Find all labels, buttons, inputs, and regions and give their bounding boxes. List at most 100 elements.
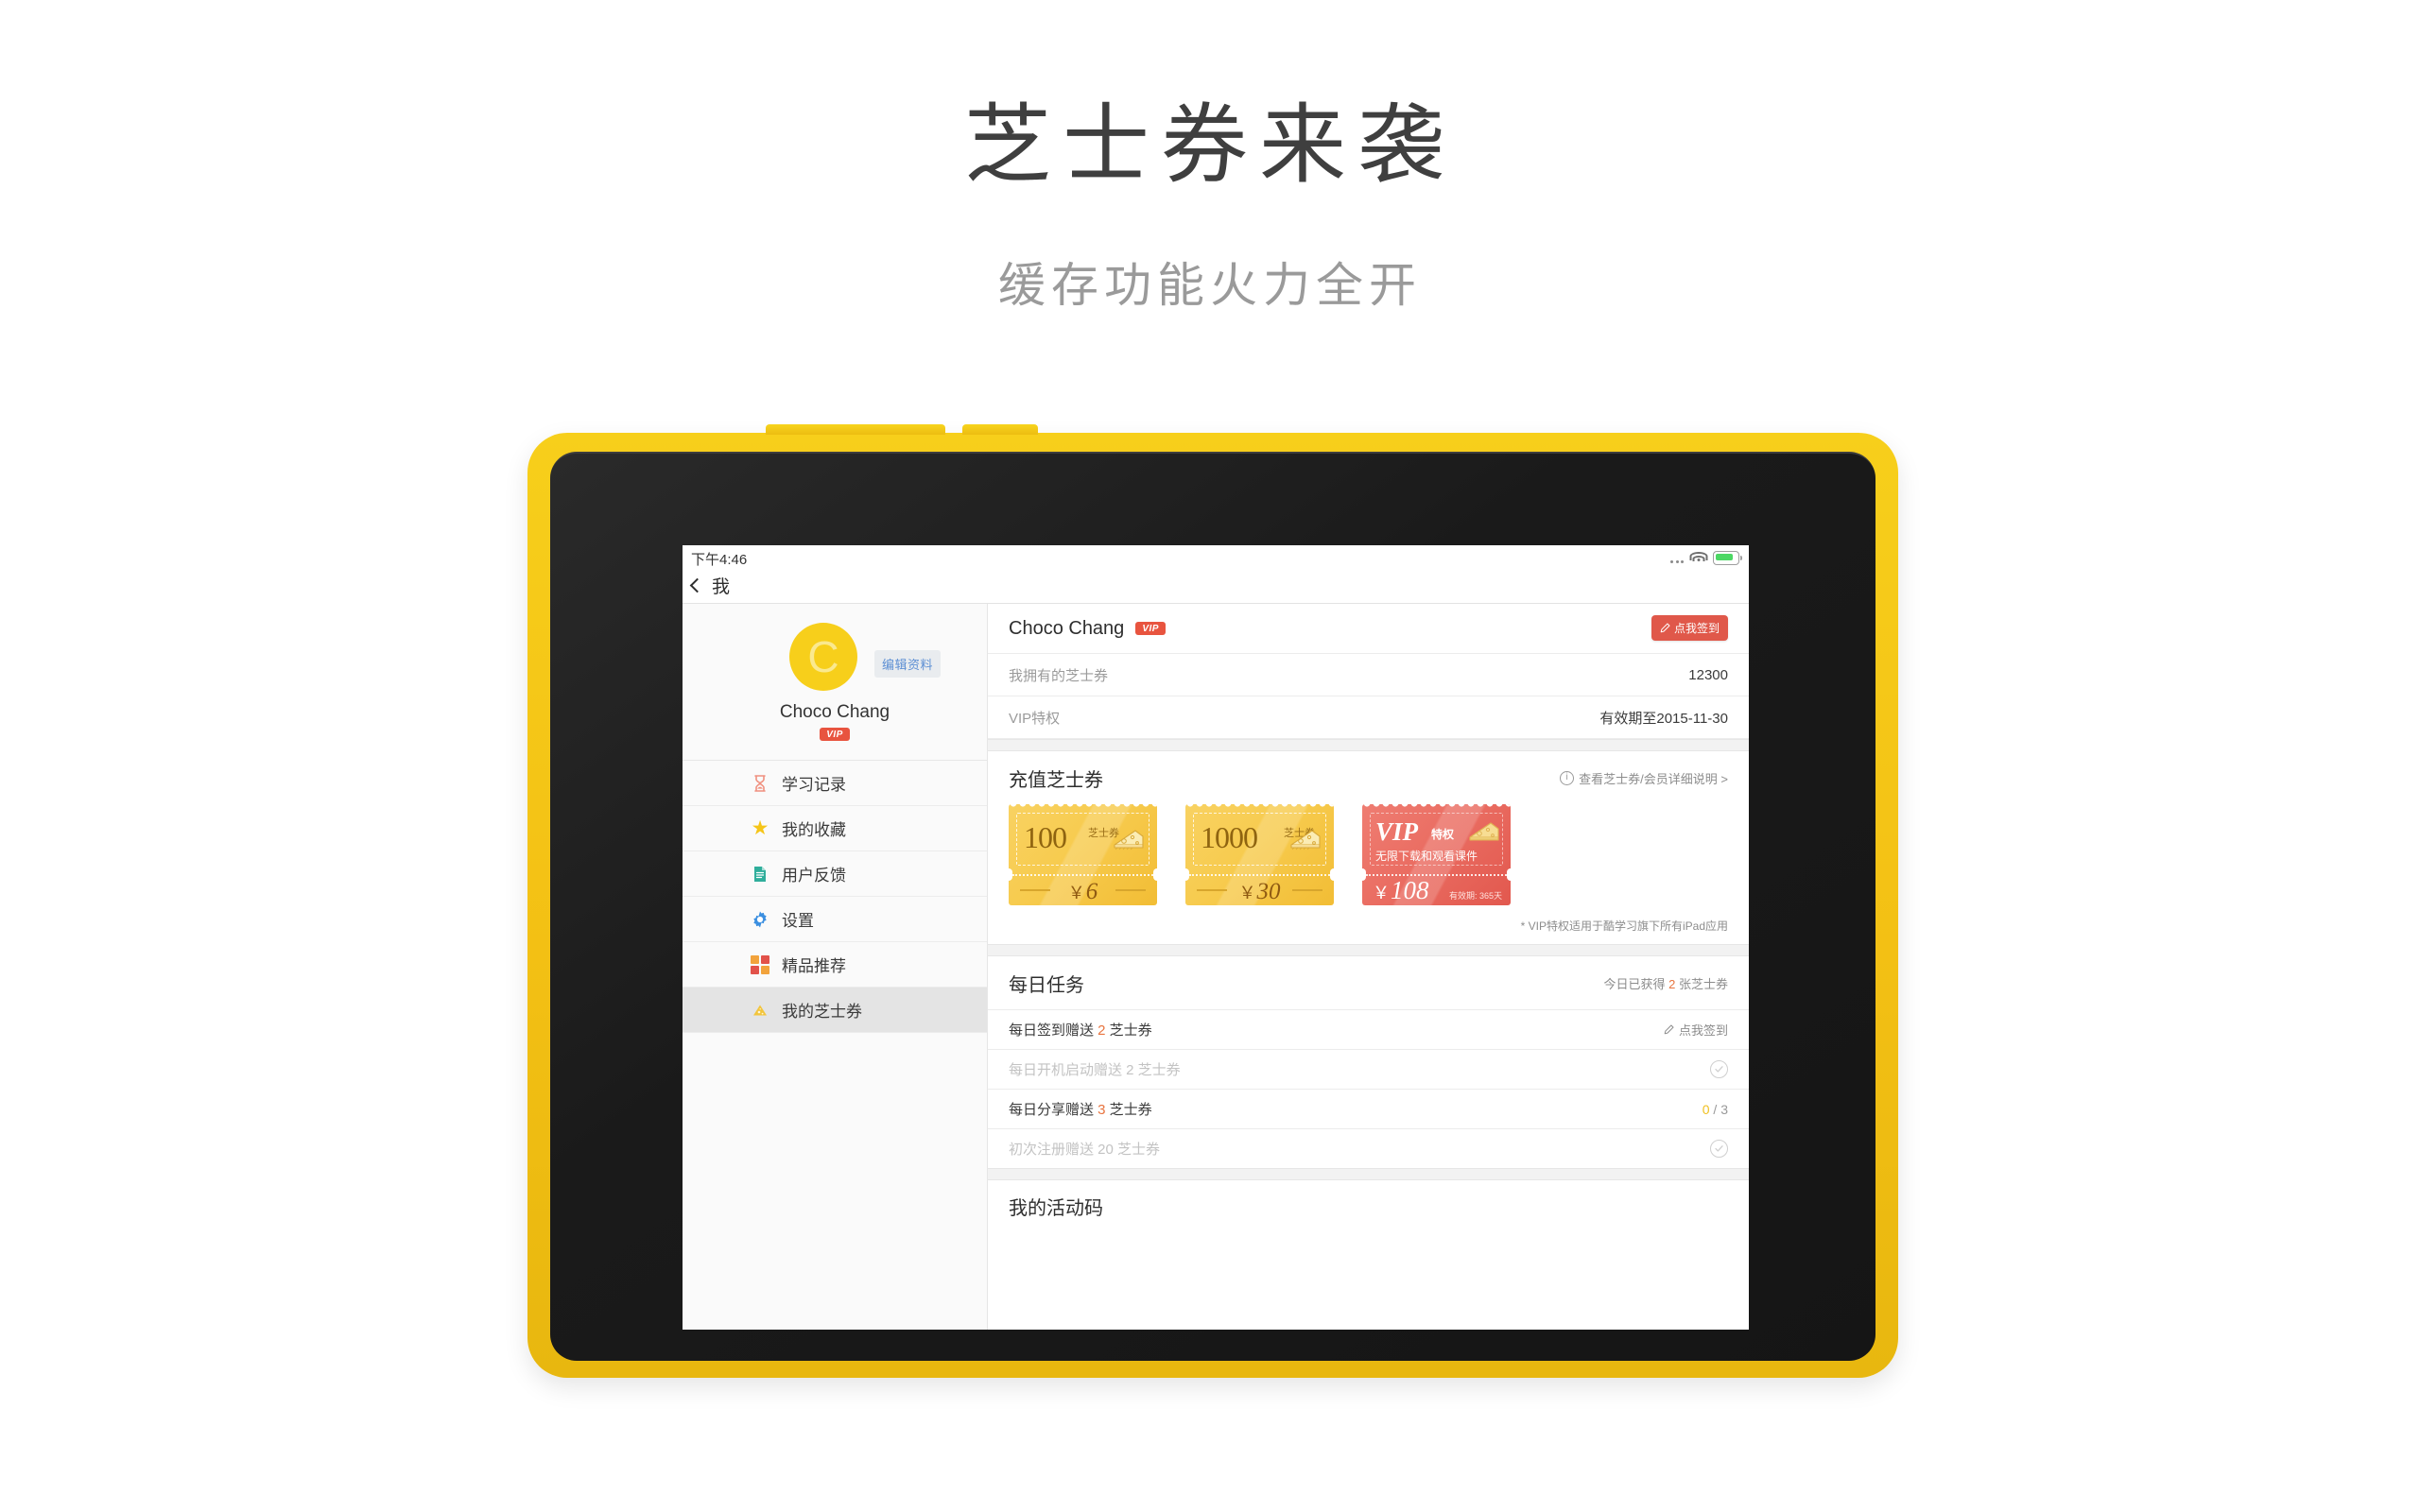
cheese-icon: [1286, 825, 1323, 853]
status-indicators: [1670, 550, 1742, 566]
power-button[interactable]: [962, 424, 1038, 435]
profile-vip-wrap: VIP: [683, 728, 987, 741]
view-details-link[interactable]: i 查看芝士券/会员详细说明 >: [1560, 769, 1728, 787]
coupon-amount: 1000: [1201, 820, 1258, 854]
recharge-title: 充值芝士券: [1009, 769, 1103, 791]
cheese-icon: [751, 1001, 769, 1020]
coupon-1000[interactable]: 1000 芝士券 ￥30: [1185, 804, 1334, 905]
progress-total: / 3: [1709, 1101, 1728, 1117]
sidebar-item-settings[interactable]: 设置: [683, 897, 987, 942]
daily-tasks-title: 每日任务: [1009, 974, 1084, 996]
task-action-label: 点我签到: [1678, 1023, 1728, 1038]
document-icon: [751, 865, 769, 884]
activity-code-title: 我的活动码: [1009, 1197, 1103, 1219]
sidebar-item-label: 设置: [782, 912, 814, 930]
sign-in-button[interactable]: 点我签到: [1651, 615, 1728, 641]
coupon-vip[interactable]: VIP 特权 无限下载和观看课件 ￥108 有效期: 365天: [1362, 804, 1511, 905]
tablet-screen-bezel: 下午4:46 我 C 编辑资料 Choco Chang VIP 学习记录 ★ 我…: [550, 452, 1876, 1361]
row-key: VIP特权: [1009, 710, 1061, 727]
sidebar-profile: C 编辑资料 Choco Chang VIP: [683, 604, 987, 761]
volume-button[interactable]: [766, 424, 945, 435]
cheese-icon: [1109, 825, 1147, 853]
check-circle-icon: [1710, 1140, 1728, 1158]
price-value: 30: [1256, 879, 1281, 904]
ticket-edge-top: [1362, 804, 1511, 808]
sidebar-item-feedback[interactable]: 用户反馈: [683, 851, 987, 897]
currency-symbol: ￥: [1067, 884, 1085, 902]
sidebar-item-my-cheese-coupons[interactable]: 我的芝士券: [683, 988, 987, 1033]
coupon-100[interactable]: 100 芝士券 ￥6: [1009, 804, 1157, 905]
task-label: 每日分享赠送 3 芝士券: [1009, 1099, 1152, 1119]
task-count: 2: [1098, 1022, 1106, 1039]
sign-in-label: 点我签到: [1673, 622, 1720, 635]
sidebar-item-study-record[interactable]: 学习记录: [683, 761, 987, 806]
task-label: 每日签到赠送 2 芝士券: [1009, 1020, 1152, 1040]
task-suffix: 芝士券: [1105, 1102, 1152, 1118]
daily-earned-summary: 今日已获得 2 张芝士券: [1604, 974, 1728, 992]
hourglass-icon: [751, 774, 769, 793]
task-prefix: 每日分享赠送: [1009, 1102, 1098, 1118]
pencil-icon: [1664, 1024, 1674, 1035]
main-content: Choco Chang VIP 点我签到 我拥有的芝士券 12300 VIP特权: [988, 604, 1749, 1330]
sidebar-item-label: 精品推荐: [782, 957, 846, 975]
nav-bar: 我: [683, 569, 1749, 604]
task-suffix: 芝士券: [1105, 1022, 1152, 1039]
sidebar-item-label: 用户反馈: [782, 867, 846, 885]
ticket-perforation: [1012, 874, 1153, 876]
sidebar-item-favorites[interactable]: ★ 我的收藏: [683, 806, 987, 851]
grid-icon: [751, 954, 769, 974]
task-count: 3: [1098, 1102, 1106, 1118]
account-row-coupons: 我拥有的芝士券 12300: [988, 654, 1749, 696]
edit-profile-button[interactable]: 编辑资料: [874, 650, 942, 678]
view-details-label: 查看芝士券/会员详细说明 >: [1579, 771, 1728, 786]
task-label: 每日开机启动赠送 2 芝士券: [1009, 1059, 1181, 1079]
ticket-perforation: [1189, 874, 1330, 876]
battery-icon: [1713, 551, 1742, 565]
task-row[interactable]: 每日分享赠送 3 芝士券 0 / 3: [988, 1089, 1749, 1128]
gear-icon: [751, 910, 769, 929]
task-suffix: 芝士券: [1133, 1062, 1181, 1078]
account-row-vip: VIP特权 有效期至2015-11-30: [988, 696, 1749, 739]
info-icon: i: [1560, 770, 1575, 785]
profile-name: Choco Chang: [779, 702, 890, 722]
vip-description: 无限下载和观看课件: [1375, 850, 1478, 863]
promo-title: 芝士券来袭: [963, 97, 1456, 194]
account-vip-badge: VIP: [1135, 622, 1166, 635]
task-row[interactable]: 每日签到赠送 2 芝士券 点我签到: [988, 1009, 1749, 1049]
sidebar-item-label: 学习记录: [782, 776, 846, 794]
account-name: Choco Chang: [1009, 617, 1125, 639]
daily-tasks-header: 每日任务 今日已获得 2 张芝士券: [988, 956, 1749, 1009]
ticket-edge-top: [1185, 804, 1334, 808]
currency-symbol: ￥: [1373, 884, 1390, 902]
currency-symbol: ￥: [1238, 884, 1256, 902]
coupon-price: ￥30: [1185, 880, 1334, 903]
more-dots-icon: [1670, 550, 1684, 566]
ticket-notch-right: [1507, 868, 1511, 881]
avatar: C: [789, 623, 857, 691]
progress-current: 0: [1702, 1101, 1710, 1117]
vip-title: VIP: [1375, 817, 1419, 846]
status-time: 下午4:46: [691, 552, 748, 568]
nav-title: 我: [712, 577, 731, 597]
star-icon: ★: [751, 816, 769, 839]
cheese-icon: [1464, 817, 1502, 846]
check-circle-icon: [1710, 1060, 1728, 1078]
tablet-device: 下午4:46 我 C 编辑资料 Choco Chang VIP 学习记录 ★ 我…: [527, 424, 1898, 1378]
task-sign-in-button[interactable]: 点我签到: [1664, 1021, 1728, 1039]
sidebar-item-label: 我的收藏: [782, 821, 846, 839]
sidebar-item-recommend[interactable]: 精品推荐: [683, 942, 987, 988]
coupon-list: 100 芝士券 ￥6 1000 芝士券 ￥30 VIP 特权 无限下载和观看课件…: [988, 804, 1749, 909]
row-value: 12300: [1688, 666, 1728, 683]
vip-price: ￥108: [1373, 878, 1429, 903]
promo-subtitle: 缓存功能火力全开: [998, 259, 1422, 312]
task-prefix: 每日开机启动赠送: [1009, 1062, 1127, 1078]
row-value: 有效期至2015-11-30: [1599, 710, 1728, 727]
row-key: 我拥有的芝士券: [1009, 667, 1109, 684]
app-screen: 下午4:46 我 C 编辑资料 Choco Chang VIP 学习记录 ★ 我…: [683, 545, 1749, 1330]
coupon-price: ￥6: [1009, 880, 1157, 903]
wifi-icon: [1689, 552, 1707, 564]
task-count: 2: [1126, 1062, 1134, 1078]
vip-subtitle: 特权: [1431, 828, 1455, 841]
back-button[interactable]: 我: [689, 573, 731, 598]
price-value: 108: [1391, 876, 1429, 904]
